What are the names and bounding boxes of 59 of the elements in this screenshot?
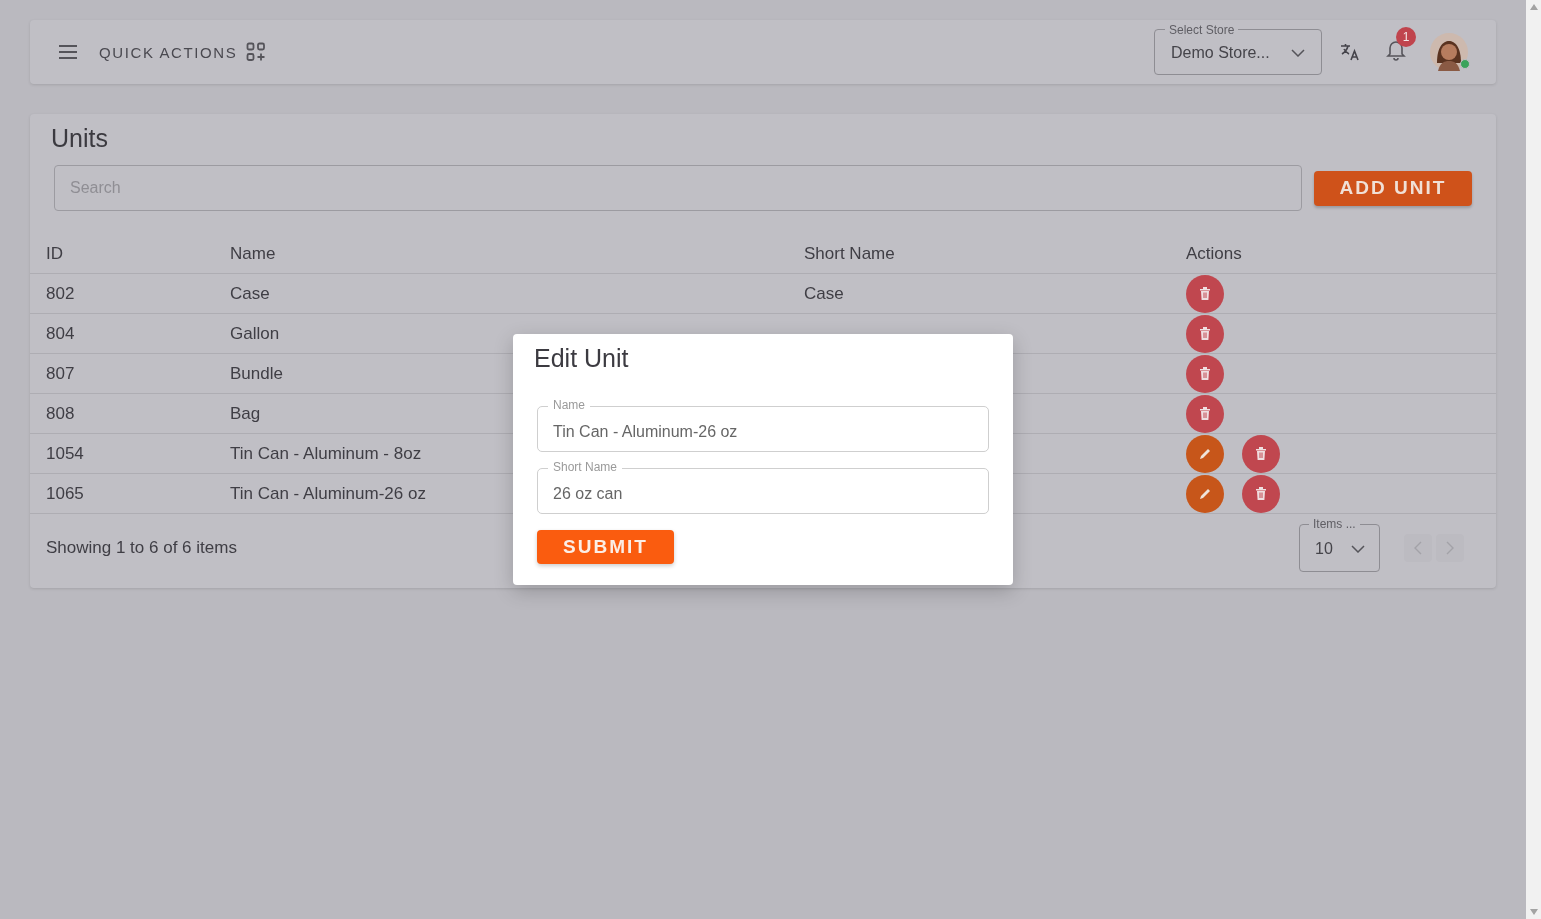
field-label: Items ... [1312, 517, 1357, 531]
chevron-right-icon [1446, 541, 1454, 555]
table-cell: Tin Can - Aluminum-26 oz [230, 483, 426, 504]
trash-icon [1255, 447, 1267, 460]
table-cell: Bundle [230, 363, 283, 384]
field-label: Select Store [1168, 22, 1236, 37]
column-header: Name [230, 243, 276, 264]
store-select[interactable]: Select Store Demo Store... [1154, 22, 1322, 75]
table-cell: Gallon [230, 323, 280, 344]
table-cell: 804 [46, 323, 75, 344]
delete-button[interactable] [1186, 274, 1224, 313]
trash-icon [1199, 327, 1211, 340]
add-unit-button[interactable]: ADD UNIT [1314, 170, 1472, 206]
table-cell: 807 [46, 363, 75, 384]
delete-button[interactable] [1242, 474, 1280, 513]
grid-add-icon[interactable] [246, 42, 267, 62]
table-cell: 808 [46, 403, 75, 424]
online-status-dot [1460, 59, 1470, 69]
column-header: ID [46, 243, 63, 264]
column-header: Short Name [804, 243, 895, 264]
table-cell: 802 [46, 283, 75, 304]
scroll-down-icon[interactable] [1529, 909, 1538, 915]
menu-icon[interactable] [58, 44, 78, 60]
submit-button[interactable]: SUBMIT [537, 530, 674, 564]
bell-icon[interactable] [1386, 39, 1406, 61]
chevron-left-icon [1414, 541, 1422, 555]
table-cell: Bag [230, 403, 261, 424]
delete-button[interactable] [1186, 394, 1224, 433]
table-cell: Case [230, 283, 270, 304]
avatar[interactable] [1430, 33, 1468, 71]
edit-button[interactable] [1186, 434, 1224, 473]
chevron-down-icon [1291, 49, 1305, 57]
trash-icon [1199, 367, 1211, 380]
translate-icon[interactable] [1340, 42, 1360, 62]
page-title: Units [51, 124, 109, 153]
field-label: Name [548, 398, 590, 412]
delete-button[interactable] [1242, 434, 1280, 473]
table-cell: Tin Can - Aluminum - 8oz [230, 443, 422, 464]
pencil-icon [1198, 446, 1212, 461]
edit-button[interactable] [1186, 474, 1224, 513]
trash-icon [1199, 407, 1211, 420]
field-label: Short Name [548, 460, 623, 474]
column-header: Actions [1186, 243, 1242, 264]
dialog-title: Edit Unit [534, 344, 630, 373]
pagination-summary: Showing 1 to 6 of 6 items [46, 538, 237, 558]
quick-actions-link[interactable]: QUICK ACTIONS [99, 43, 238, 61]
table-cell: Case [804, 283, 844, 304]
pencil-icon [1198, 486, 1212, 501]
table-cell: 1054 [46, 443, 84, 464]
scroll-up-icon[interactable] [1529, 4, 1538, 10]
trash-icon [1199, 287, 1211, 300]
trash-icon [1255, 487, 1267, 500]
items-per-page-select[interactable]: Items ... 10 [1299, 517, 1380, 572]
scrollbar[interactable] [1526, 0, 1541, 919]
delete-button[interactable] [1186, 314, 1224, 353]
chevron-down-icon [1351, 545, 1365, 553]
notification-badge: 1 [1396, 27, 1416, 47]
table-cell: 1065 [46, 483, 84, 504]
delete-button[interactable] [1186, 354, 1224, 393]
